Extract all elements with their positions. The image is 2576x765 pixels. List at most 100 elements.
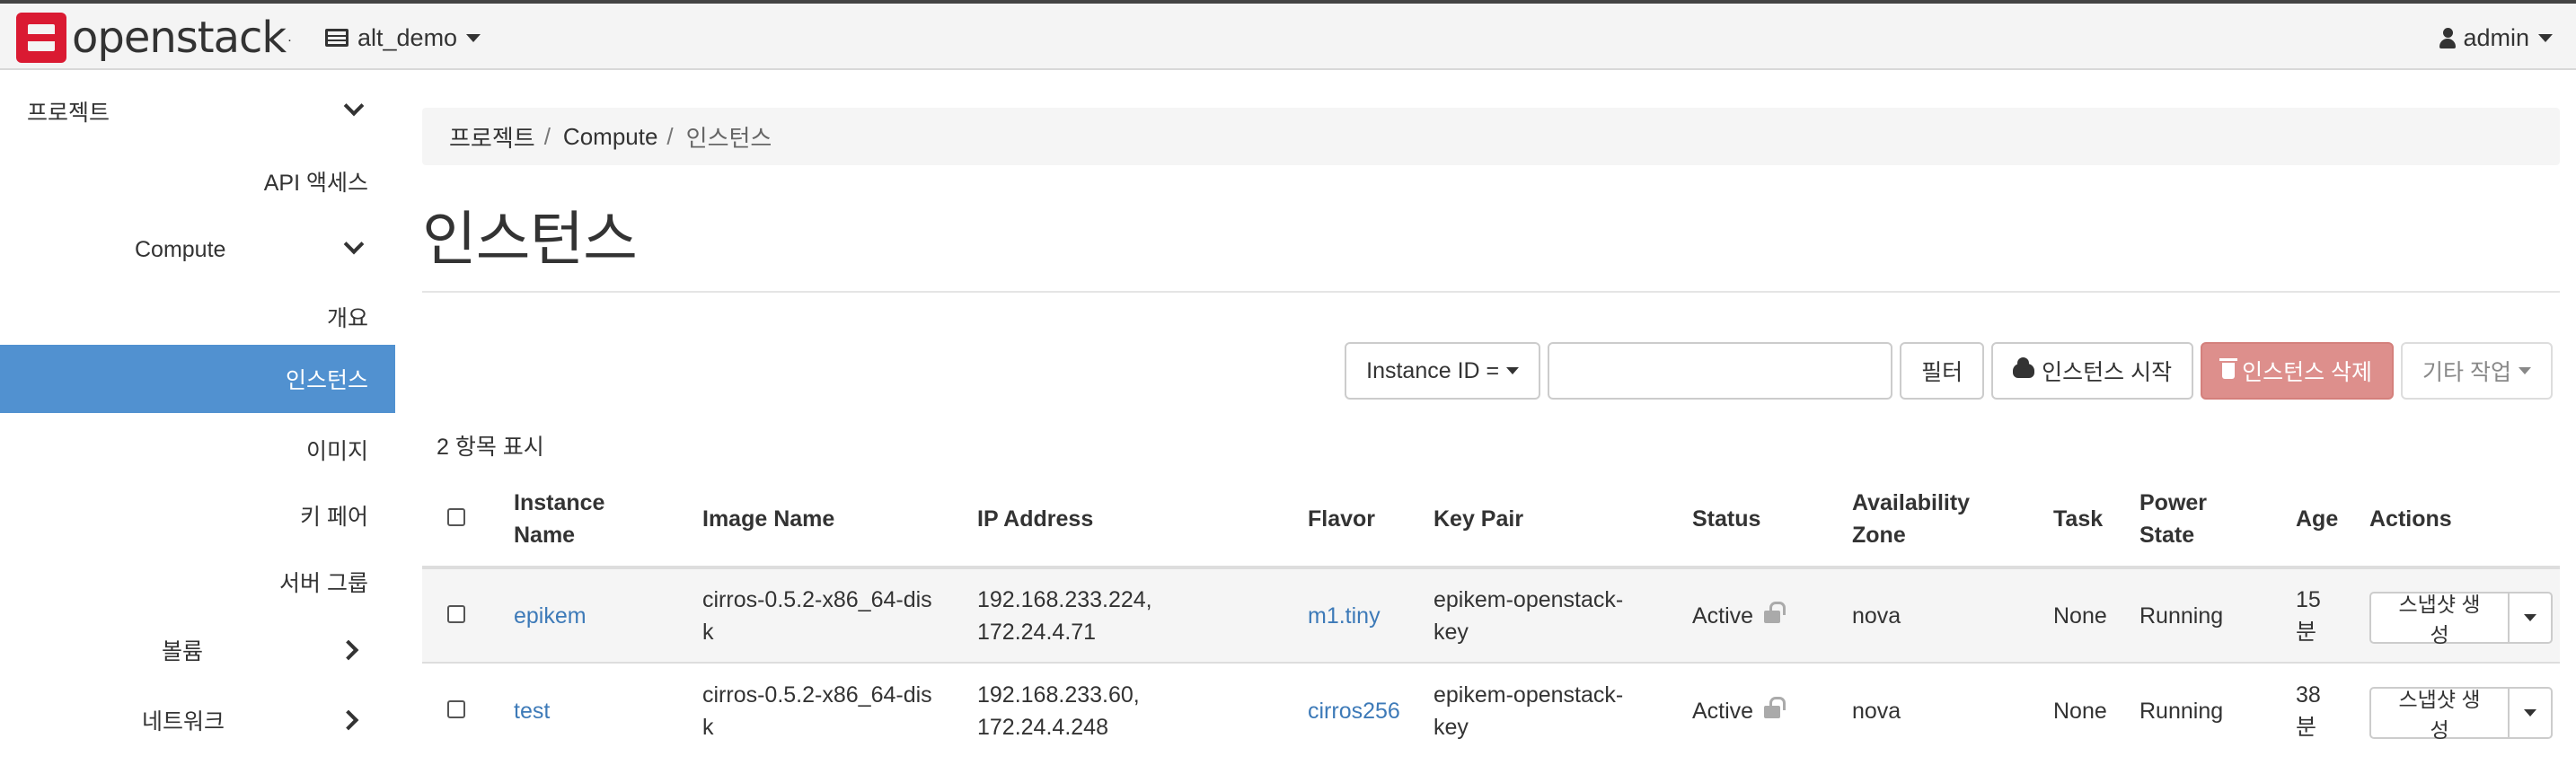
user-name: admin — [2463, 23, 2529, 51]
actions-cell: 스냅샷 생성 — [2362, 662, 2560, 758]
image-name-cell: cirros-0.5.2-x86_64-dis k — [695, 662, 970, 758]
page-title: 인스턴스 — [422, 206, 638, 272]
sidebar-item-label: 볼륨 — [162, 639, 204, 664]
status-text: Active — [1692, 698, 1754, 724]
header-text: Availability — [1852, 490, 1971, 515]
sidebar-item-server-groups[interactable]: 서버 그룹 — [0, 548, 395, 616]
sidebar-item-key-pairs[interactable]: 키 페어 — [0, 481, 395, 550]
col-key-pair[interactable]: Key Pair — [1426, 472, 1685, 569]
sidebar-item-label: 이미지 — [305, 439, 368, 464]
image-name-text: cirros-0.5.2-x86_64-dis — [702, 586, 932, 612]
flavor-cell: m1.tiny — [1301, 567, 1426, 663]
sidebar-item-label: 개요 — [326, 306, 368, 331]
breadcrumb-compute[interactable]: Compute — [563, 123, 658, 151]
row-select-cell — [422, 662, 507, 758]
col-status[interactable]: Status — [1685, 472, 1845, 569]
sidebar-item-network[interactable]: 네트워크 — [0, 686, 395, 754]
row-checkbox[interactable] — [447, 604, 465, 623]
availability-zone-cell: nova — [1845, 662, 2046, 758]
more-actions-label: 기타 작업 — [2422, 360, 2511, 385]
instance-name-link[interactable]: epikem — [514, 603, 587, 629]
user-menu[interactable]: admin — [2439, 20, 2553, 56]
age-cell: 15 분 — [2289, 567, 2362, 663]
key-pair-text: key — [1434, 619, 1469, 645]
image-name-cell: cirros-0.5.2-x86_64-disk — [695, 567, 970, 663]
age-cell: 38 분 — [2289, 662, 2362, 758]
breadcrumb: 프로젝트 / Compute / 인스턴스 — [422, 108, 2560, 165]
row-checkbox[interactable] — [447, 699, 465, 718]
top-navbar: openstack. alt_demo admin — [0, 0, 2576, 70]
sidebar-item-instances[interactable]: 인스턴스 — [0, 345, 395, 413]
key-pair-text: epikem-openstack- — [1434, 586, 1624, 612]
col-instance-name[interactable]: Instance Name — [507, 472, 695, 569]
select-all-checkbox[interactable] — [447, 508, 465, 526]
project-name: alt_demo — [357, 23, 458, 51]
instance-name-cell: test — [507, 662, 695, 758]
select-all-header — [422, 472, 507, 569]
flavor-link[interactable]: cirros256 — [1308, 699, 1400, 724]
col-flavor[interactable]: Flavor — [1301, 472, 1426, 569]
col-task[interactable]: Task — [2046, 472, 2132, 569]
image-name-text: k — [702, 619, 714, 645]
sidebar-item-images[interactable]: 이미지 — [0, 416, 395, 484]
caret-down-icon — [2524, 613, 2537, 621]
instance-name-link[interactable]: test — [514, 699, 550, 724]
table-header-row: Instance Name Image Name IP Address Flavo… — [422, 472, 2560, 569]
filter-button[interactable]: 필터 — [1900, 342, 1985, 400]
logo-text: openstack — [72, 13, 287, 63]
ip-address-cell: 192.168.233.60, 172.24.4.248 — [970, 662, 1301, 758]
row-actions-dropdown[interactable] — [2510, 686, 2553, 739]
col-ip-address[interactable]: IP Address — [970, 472, 1301, 569]
key-pair-cell: epikem-openstack-key — [1426, 567, 1685, 663]
instance-name-cell: epikem — [507, 567, 695, 663]
sidebar-item-label: 서버 그룹 — [279, 571, 368, 596]
col-power-state[interactable]: Power State — [2132, 472, 2289, 569]
col-actions: Actions — [2362, 472, 2560, 569]
sidebar-item-overview[interactable]: 개요 — [0, 283, 395, 351]
project-list-icon — [325, 29, 348, 47]
sidebar: 프로젝트 API 액세스 Compute 개요 인스턴스 이미지 키 페어 서버… — [0, 70, 395, 765]
delete-instances-button[interactable]: 인스턴스 삭제 — [2201, 342, 2395, 400]
row-action-group: 스냅샷 생성 — [2369, 591, 2553, 646]
col-image-name[interactable]: Image Name — [695, 472, 970, 569]
more-actions-button[interactable]: 기타 작업 — [2401, 342, 2553, 400]
breadcrumb-separator: / — [543, 122, 551, 150]
sidebar-item-project[interactable]: 프로젝트 — [0, 77, 395, 145]
caret-down-icon — [1506, 367, 1520, 374]
title-divider — [422, 291, 2560, 293]
flavor-link[interactable]: m1.tiny — [1308, 603, 1381, 629]
unlock-icon — [1764, 696, 1786, 718]
age-text: 38 — [2296, 681, 2321, 708]
caret-down-icon — [2524, 708, 2537, 717]
caret-down-icon — [2538, 33, 2553, 42]
sidebar-item-api-access[interactable]: API 액세스 — [0, 147, 395, 215]
create-snapshot-button[interactable]: 스냅샷 생성 — [2369, 686, 2510, 742]
col-availability-zone[interactable]: Availability Zone — [1845, 472, 2046, 569]
status-text: Active — [1692, 602, 1754, 629]
filter-input[interactable] — [1548, 342, 1893, 400]
header-text: Zone — [1852, 523, 1906, 548]
sidebar-item-compute[interactable]: Compute — [0, 215, 395, 284]
task-cell: None — [2046, 662, 2132, 758]
ip-address-cell: 192.168.233.224, 172.24.4.71 — [970, 567, 1301, 663]
col-age[interactable]: Age — [2289, 472, 2362, 569]
create-snapshot-button[interactable]: 스냅샷 생성 — [2369, 591, 2510, 646]
launch-instance-button[interactable]: 인스턴스 시작 — [1991, 342, 2194, 400]
project-selector[interactable]: alt_demo — [325, 20, 481, 56]
header-text: Name — [514, 523, 576, 548]
filter-field-label: Instance ID = — [1366, 357, 1500, 383]
status-cell: Active — [1685, 662, 1845, 758]
availability-zone-cell: nova — [1845, 567, 2046, 663]
sidebar-item-volumes[interactable]: 볼륨 — [0, 616, 395, 684]
item-count: 2 항목 표시 — [437, 435, 544, 460]
caret-down-icon — [466, 33, 481, 42]
row-action-group: 스냅샷 생성 — [2369, 686, 2553, 742]
task-cell: None — [2046, 567, 2132, 663]
filter-field-dropdown[interactable]: Instance ID = — [1345, 342, 1541, 400]
power-state-cell: Running — [2132, 567, 2289, 663]
breadcrumb-project[interactable]: 프로젝트 — [449, 120, 535, 154]
image-name-text: k — [702, 714, 714, 740]
row-actions-dropdown[interactable] — [2510, 591, 2553, 644]
openstack-logo[interactable]: openstack. — [16, 13, 292, 63]
chevron-right-icon — [338, 639, 359, 661]
